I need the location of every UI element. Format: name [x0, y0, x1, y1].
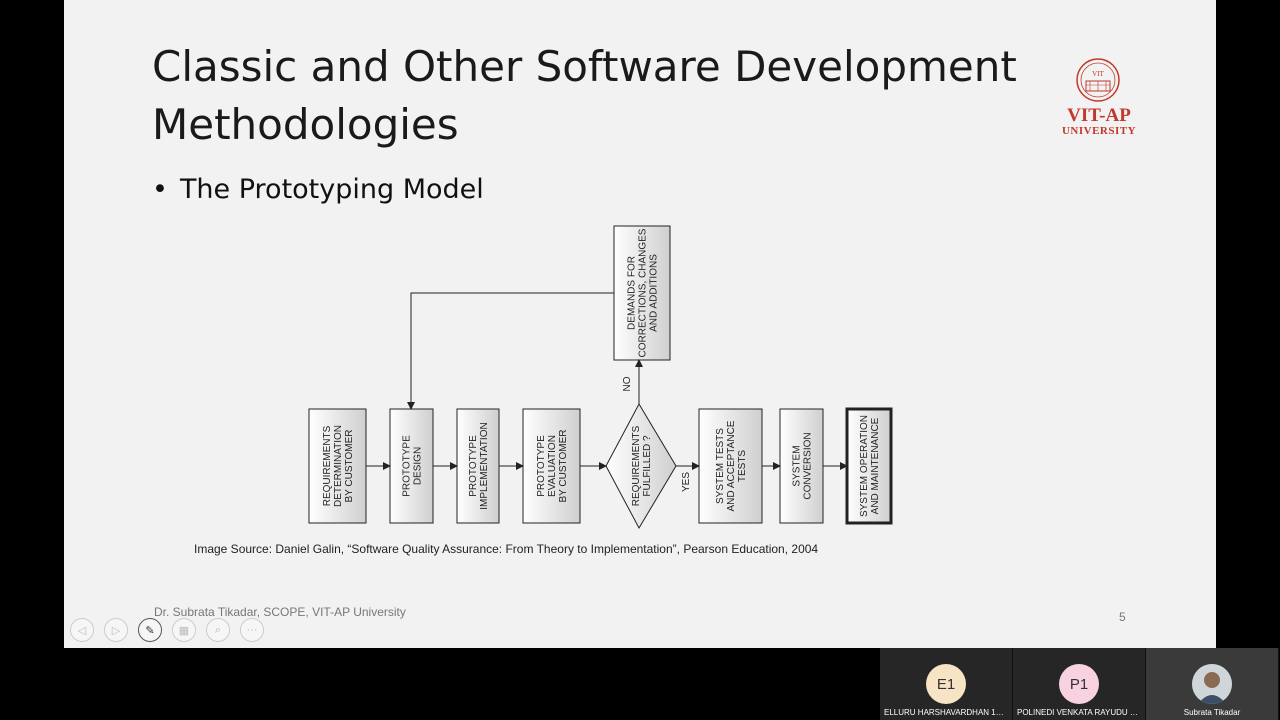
participant-tile[interactable]: E1 ELLURU HARSHAVARDHAN 17MIS7...	[880, 648, 1013, 720]
image-source: Image Source: Daniel Galin, “Software Qu…	[194, 542, 819, 556]
slides-icon[interactable]: ▦	[172, 618, 196, 642]
yes-label: YES	[681, 472, 692, 492]
feedback-label-line: AND ADDITIONS	[649, 254, 660, 332]
process-box-label-line: AND ACCEPTANCE	[726, 420, 737, 511]
avatar	[1192, 664, 1232, 704]
process-box-label: SYSTEM OPERATIONAND MAINTENANCE	[859, 415, 881, 517]
feedback-label-line: CORRECTIONS, CHANGES	[638, 228, 649, 357]
process-box-label-line: PROTOTYPE	[468, 435, 479, 497]
process-box-label-line: DESIGN	[413, 447, 424, 485]
no-label: NO	[622, 376, 633, 391]
previous-icon[interactable]: ◁	[70, 618, 94, 642]
process-box-label-line: IMPLEMENTATION	[479, 422, 490, 509]
participant-tile[interactable]: P1 POLINEDI VENKATA RAYUDU 17MI...	[1013, 648, 1146, 720]
more-icon[interactable]: ···	[240, 618, 264, 642]
process-box-label-line: SYSTEM OPERATION	[859, 415, 870, 517]
participant-name: POLINEDI VENKATA RAYUDU 17MI...	[1017, 708, 1145, 717]
page-number: 5	[1119, 610, 1126, 624]
pen-icon[interactable]: ✎	[138, 618, 162, 642]
process-box-label-line: BY CUSTOMER	[344, 430, 355, 503]
slide: Classic and Other Software Development M…	[64, 0, 1216, 648]
process-box-label-line: AND MAINTENANCE	[870, 417, 881, 514]
process-box-label-line: PROTOTYPE	[402, 435, 413, 497]
participant-name: ELLURU HARSHAVARDHAN 17MIS7...	[884, 708, 1012, 717]
process-box-label-line: SYSTEM	[792, 445, 803, 486]
feedback-label-line: DEMANDS FOR	[627, 256, 638, 330]
process-box-label: PROTOTYPEIMPLEMENTATION	[468, 422, 490, 509]
slide-footer: Dr. Subrata Tikadar, SCOPE, VIT-AP Unive…	[154, 605, 406, 619]
process-box-label: PROTOTYPEEVALUATIONBY CUSTOMER	[536, 430, 569, 503]
process-box-label-line: BY CUSTOMER	[558, 430, 569, 503]
process-box-label-line: EVALUATION	[547, 435, 558, 497]
prototyping-model-diagram: REQUIREMENTSDETERMINATIONBY CUSTOMER PROT…	[308, 225, 893, 530]
next-icon[interactable]: ▷	[104, 618, 128, 642]
process-box-label: REQUIREMENTSDETERMINATIONBY CUSTOMER	[322, 425, 355, 507]
decision-label: REQUIREMENTSFULFILLED ?	[631, 425, 653, 506]
avatar: P1	[1059, 664, 1099, 704]
process-box-label-line: CONVERSION	[803, 432, 814, 499]
person-icon	[1192, 664, 1232, 704]
participant-tile[interactable]: Subrata Tikadar	[1146, 648, 1279, 720]
process-box-label-line: PROTOTYPE	[536, 435, 547, 497]
zoom-icon[interactable]: ⌕	[206, 618, 230, 642]
participant-strip: E1 ELLURU HARSHAVARDHAN 17MIS7... P1 POL…	[880, 648, 1280, 720]
decision-label-line: REQUIREMENTS	[631, 425, 642, 506]
process-box-label-line: DETERMINATION	[333, 425, 344, 507]
participant-name: Subrata Tikadar	[1183, 708, 1241, 717]
feedback-arrow	[407, 292, 614, 410]
presentation-toolbar: ◁ ▷ ✎ ▦ ⌕ ···	[70, 618, 264, 642]
decision-label-line: FULFILLED ?	[642, 435, 653, 497]
avatar: E1	[926, 664, 966, 704]
process-box-label-line: SYSTEM TESTS	[715, 428, 726, 504]
process-box-label-line: REQUIREMENTS	[322, 425, 333, 506]
process-box-label-line: TESTS	[737, 450, 748, 483]
